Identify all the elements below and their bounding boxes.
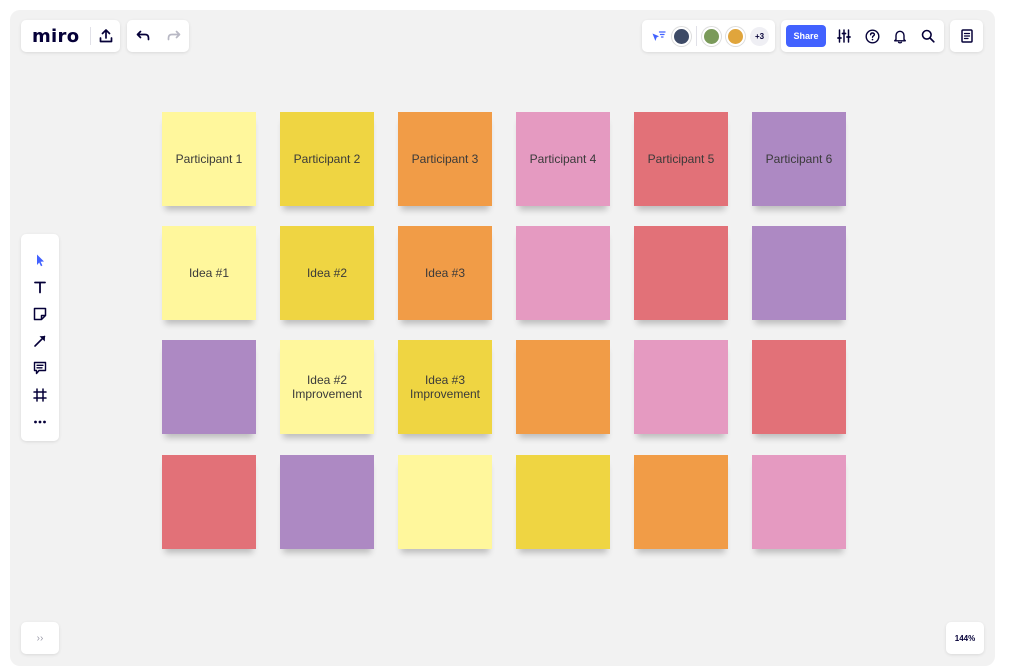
sticky-note[interactable]: Idea #3 Improvement [398, 340, 492, 434]
undo-button[interactable] [127, 20, 158, 52]
text-icon [34, 281, 46, 293]
bell-icon [894, 30, 906, 44]
sticky-note[interactable]: Participant 1 [162, 112, 256, 206]
follow-button[interactable] [644, 20, 672, 52]
board-canvas[interactable]: miro +3 Share Participant 1 Participant … [10, 10, 995, 666]
avatar-2[interactable] [702, 26, 721, 46]
sticky-note[interactable] [634, 455, 728, 549]
frame-icon [33, 387, 47, 402]
select-tool[interactable] [21, 246, 59, 273]
undo-icon [136, 30, 149, 41]
board-menu-panel [950, 20, 983, 52]
miro-logo: miro [32, 25, 80, 47]
settings-button[interactable] [830, 20, 858, 52]
collaborators-panel: +3 [642, 20, 775, 52]
sticky-note[interactable]: Idea #1 [162, 226, 256, 320]
arrow-icon [34, 335, 46, 347]
sticky-note[interactable] [752, 226, 846, 320]
sticky-note-tool[interactable] [21, 300, 59, 327]
document-icon [960, 29, 973, 43]
sticky-note[interactable] [516, 340, 610, 434]
sticky-note[interactable] [752, 340, 846, 434]
export-button[interactable] [91, 20, 120, 52]
sticky-note[interactable]: Participant 6 [752, 112, 846, 206]
more-icon [34, 420, 46, 423]
comment-tool[interactable] [21, 354, 59, 381]
share-panel: Share [781, 20, 944, 52]
sticky-note[interactable]: Participant 4 [516, 112, 610, 206]
help-button[interactable] [858, 20, 886, 52]
tools-toolbar [21, 234, 59, 441]
divider [696, 26, 697, 46]
sticky-note[interactable]: Participant 3 [398, 112, 492, 206]
redo-button[interactable] [158, 20, 189, 52]
sticky-note[interactable]: Idea #2 Improvement [280, 340, 374, 434]
help-icon [864, 28, 880, 44]
sticky-note[interactable]: Participant 5 [634, 112, 728, 206]
board-menu-button[interactable] [950, 20, 983, 52]
sticky-note[interactable]: Participant 2 [280, 112, 374, 206]
comment-icon [33, 361, 47, 374]
sticky-note[interactable] [280, 455, 374, 549]
logo-panel: miro [21, 20, 120, 52]
search-icon [921, 29, 935, 43]
sticky-note[interactable] [162, 455, 256, 549]
sticky-note[interactable] [516, 226, 610, 320]
more-tools[interactable] [21, 408, 59, 435]
notifications-button[interactable] [886, 20, 914, 52]
sticky-note[interactable] [162, 340, 256, 434]
avatar-3[interactable] [726, 26, 745, 46]
sticky-note[interactable] [752, 455, 846, 549]
sticky-note[interactable] [634, 340, 728, 434]
connection-line-tool[interactable] [21, 327, 59, 354]
sticky-note[interactable]: Idea #2 [280, 226, 374, 320]
sticky-note[interactable] [634, 226, 728, 320]
sticky-note[interactable] [516, 455, 610, 549]
sliders-icon [837, 29, 851, 43]
cursor-icon [37, 254, 44, 266]
filter-cursor-icon [652, 30, 666, 41]
zoom-level[interactable]: 144% [946, 622, 984, 654]
sticky-note[interactable] [398, 455, 492, 549]
avatar-1[interactable] [672, 26, 691, 46]
upload-icon [99, 29, 112, 43]
sticky-note[interactable]: Idea #3 [398, 226, 492, 320]
more-collaborators-badge[interactable]: +3 [750, 26, 769, 46]
expand-panel-button[interactable]: ›› [21, 622, 59, 654]
redo-icon [167, 30, 180, 41]
sticky-note-icon [33, 307, 47, 320]
search-button[interactable] [914, 20, 942, 52]
frame-tool[interactable] [21, 381, 59, 408]
share-button[interactable]: Share [786, 25, 826, 47]
history-panel [127, 20, 189, 52]
text-tool[interactable] [21, 273, 59, 300]
